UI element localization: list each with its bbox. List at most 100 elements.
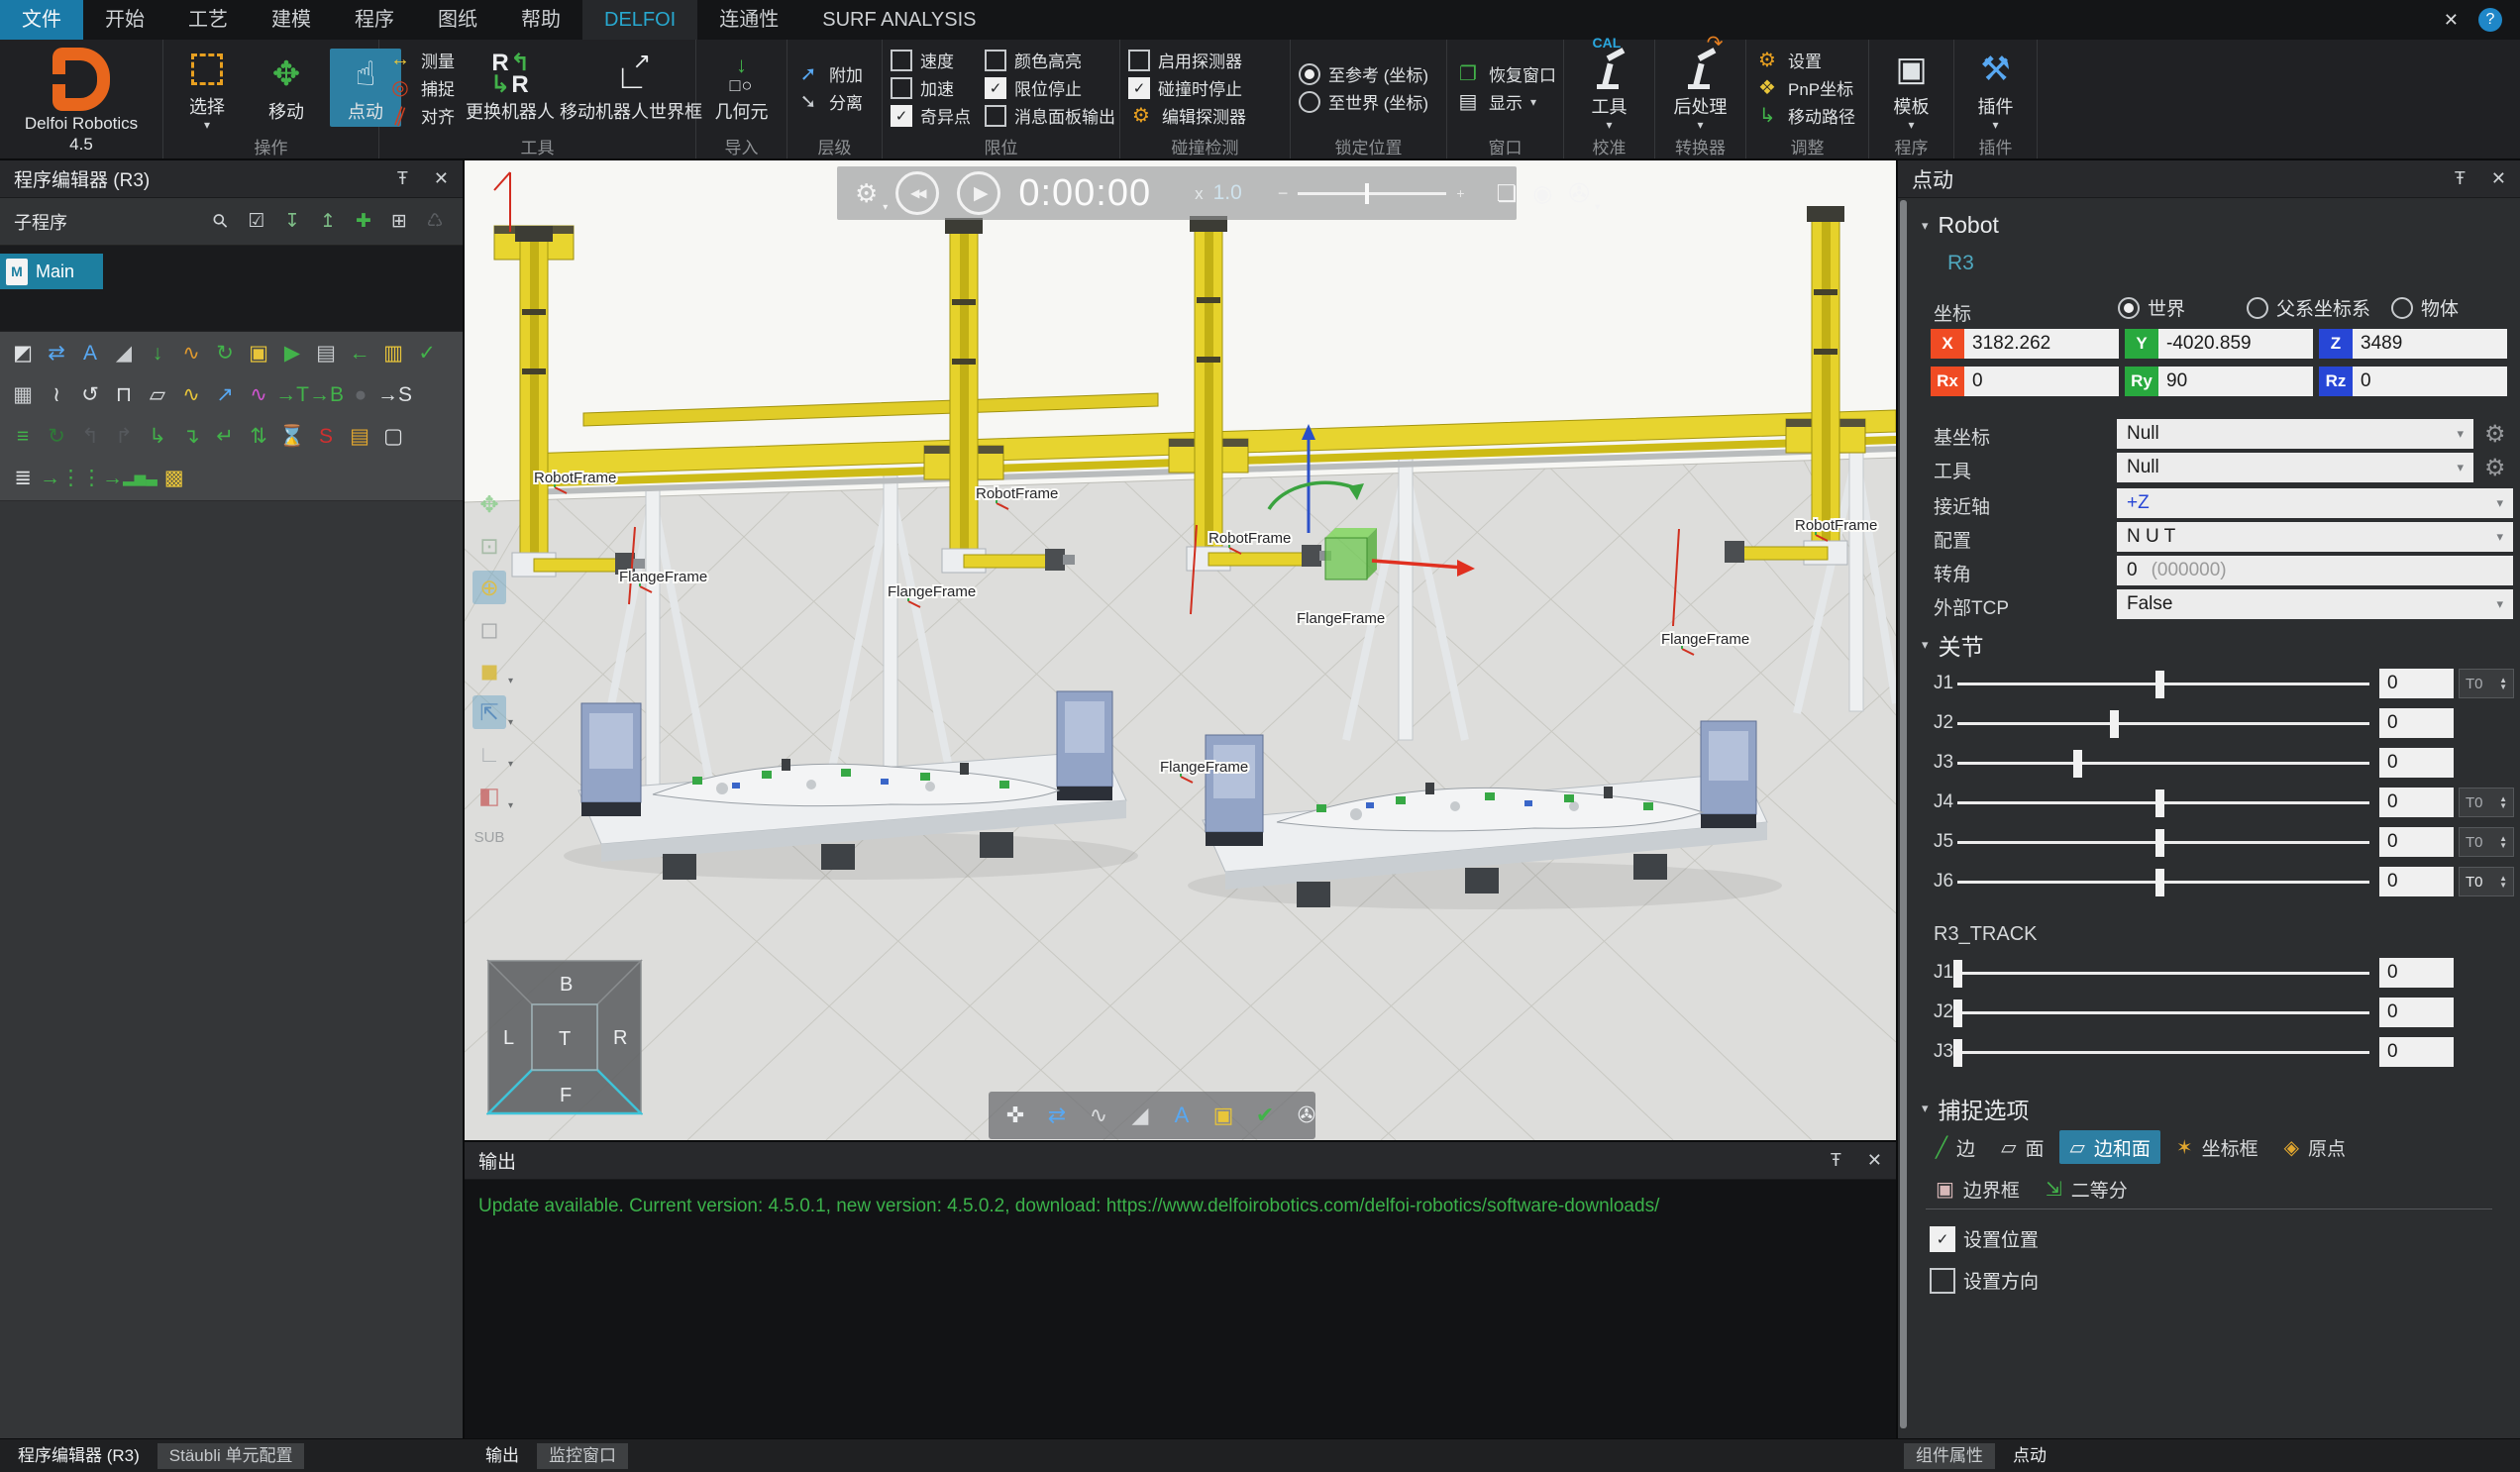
pulse-icon[interactable]: ⊓ [107, 377, 141, 411]
annotate-icon[interactable]: A [1165, 1099, 1199, 1132]
ramp-icon[interactable]: ◢ [1123, 1099, 1157, 1132]
base-frame-select[interactable]: Null▾ [2117, 419, 2473, 449]
speed-icon[interactable]: ← [343, 336, 376, 369]
print-icon[interactable]: ≣ [6, 461, 40, 494]
checkbox-singularity[interactable]: ✓奇异点 [891, 103, 971, 128]
j6-value[interactable]: 0 [2379, 867, 2454, 896]
pin-icon[interactable]: Ŧ [2455, 168, 2466, 189]
rz-field[interactable]: Rz0 [2319, 367, 2507, 396]
track-j1-slider-thumb[interactable] [1953, 960, 1962, 988]
y-field[interactable]: Y-4020.859 [2125, 329, 2313, 359]
j5-turn-spinner[interactable]: T0▲▼ [2459, 827, 2514, 857]
tab-process[interactable]: 工艺 [166, 0, 250, 40]
j5-value[interactable]: 0 [2379, 827, 2454, 857]
help-icon[interactable]: ? [2478, 8, 2502, 32]
j1-slider[interactable] [1957, 683, 2369, 685]
tab-staubli-cell-config[interactable]: Stäubli 单元配置 [158, 1443, 305, 1469]
radio-to-reference[interactable]: 至参考 (坐标) [1299, 61, 1428, 86]
ry-field[interactable]: Ry90 [2125, 367, 2313, 396]
validate-icon[interactable]: ☑ [243, 210, 270, 233]
spinner-arrows-icon[interactable]: ▲▼ [2499, 795, 2507, 809]
grid-icon[interactable]: ▦ [6, 377, 40, 411]
check-turn-icon[interactable]: ✓ [410, 336, 444, 369]
checkbox-enable-detectors[interactable]: ✓启用探测器 [1128, 48, 1246, 72]
base-frame-gear-icon[interactable]: ⚙ [2484, 420, 2506, 449]
tab-program[interactable]: 程序 [333, 0, 416, 40]
close-icon[interactable]: ✕ [434, 168, 449, 189]
folder-icon[interactable]: ▱ [141, 377, 174, 411]
speed-plus-button[interactable]: + [1456, 185, 1464, 201]
track-j2-slider-thumb[interactable] [1953, 999, 1962, 1027]
external-tcp-select[interactable]: False▾ [2117, 589, 2513, 619]
branch-icon[interactable]: ↳ [141, 419, 174, 453]
import-subprogram-icon[interactable]: ↧ [278, 210, 306, 233]
jog-mode-icon[interactable]: ✜ [998, 1099, 1032, 1132]
move-robot-world-frame-button[interactable]: ∟↗ 移动机器人世界框 [566, 49, 696, 127]
settings-button[interactable]: ⚙设置 [1754, 48, 1855, 72]
turn-angle-field[interactable]: 0(000000) [2117, 556, 2513, 585]
snap-bisect-button[interactable]: ⇲二等分 [2036, 1172, 2138, 1206]
x-field[interactable]: X3182.262 [1931, 329, 2119, 359]
export-pdf-button[interactable]: ❏ [1497, 180, 1518, 207]
rewind-button[interactable]: ◀◀ [895, 171, 939, 215]
tab-modeling[interactable]: 建模 [250, 0, 333, 40]
playback-settings-button[interactable]: ⚙▾ [855, 178, 878, 209]
component-icon[interactable]: ▩ [158, 461, 191, 494]
record-icon[interactable]: ● [344, 377, 377, 411]
snap-edge-button[interactable]: ╱边 [1926, 1130, 1985, 1164]
pin-icon[interactable]: Ŧ [1831, 1150, 1841, 1171]
detach-button[interactable]: ➘分离 [795, 89, 863, 114]
snap-frame-button[interactable]: ✶坐标框 [2166, 1130, 2268, 1164]
j2-value[interactable]: 0 [2379, 708, 2454, 738]
3d-viewport[interactable]: RobotFrame RobotFrame RobotFrame RobotFr… [465, 160, 1896, 1140]
path-points-icon[interactable]: ∿ [1082, 1099, 1115, 1132]
j4-slider[interactable] [1957, 801, 2369, 804]
duplicate-icon[interactable]: ⊞ [385, 210, 413, 233]
j1-slider-thumb[interactable] [2155, 671, 2164, 698]
spinner-arrows-icon[interactable]: ▲▼ [2499, 835, 2507, 849]
swap-robot-button[interactable]: R↰ ↳R 更换机器人 [463, 49, 558, 127]
align-button[interactable]: ∥对齐 [387, 103, 455, 128]
j4-value[interactable]: 0 [2379, 788, 2454, 817]
cal-tool-button[interactable]: CAL 工具▾ [1574, 44, 1645, 133]
ramp-icon[interactable]: ◢ [107, 336, 141, 369]
loop-icon[interactable]: ↻ [40, 419, 73, 453]
pnp-coordinates-button[interactable]: ❖PnP坐标 [1754, 75, 1855, 100]
circular-move-icon[interactable]: ↻ [208, 336, 242, 369]
radio-to-world[interactable]: 至世界 (坐标) [1299, 89, 1428, 114]
pin-icon[interactable]: Ŧ [397, 168, 408, 189]
checkbox-accelerate[interactable]: ✓加速 [891, 75, 971, 100]
frames-view-icon[interactable]: ⇱▾ [472, 695, 506, 729]
3d-scene[interactable]: RobotFrame RobotFrame RobotFrame RobotFr… [465, 160, 1896, 1140]
status-ok-icon[interactable]: ✔ [1248, 1099, 1282, 1132]
speed-slider[interactable]: − + [1278, 183, 1465, 204]
sub-level-icon[interactable]: SUB [472, 820, 506, 854]
conveyor-icon[interactable]: ▥ [376, 336, 410, 369]
j6-slider-thumb[interactable] [2155, 869, 2164, 896]
radio-world[interactable]: 世界 [2118, 295, 2185, 320]
swap-mode-icon[interactable]: ⇄ [1040, 1099, 1074, 1132]
template-button[interactable]: ▣ 模板▾ [1876, 44, 1947, 133]
j1-value[interactable]: 0 [2379, 669, 2454, 698]
tab-jog[interactable]: 点动 [2001, 1443, 2058, 1469]
add-point-icon[interactable]: ↓ [141, 336, 174, 369]
j5-slider[interactable] [1957, 841, 2369, 844]
path-magenta-icon[interactable]: ∿ [242, 377, 275, 411]
track-j2-value[interactable]: 0 [2379, 998, 2454, 1027]
tab-file[interactable]: 文件 [0, 0, 83, 40]
display-button[interactable]: ▤显示▾ [1455, 89, 1556, 114]
tab-delfoi[interactable]: DELFOI [582, 0, 697, 40]
center-view-icon[interactable]: ⊕ [472, 571, 506, 604]
geometry-button[interactable]: ↓□○ 几何元 [706, 49, 778, 127]
signal-out-icon[interactable]: →⋮ [40, 461, 81, 494]
joints-section-header[interactable]: ▾ 关节 [1922, 628, 1984, 662]
subprogram-tree[interactable]: M Main [0, 246, 463, 331]
edit-path-icon[interactable]: ∿ [174, 336, 208, 369]
j5-slider-thumb[interactable] [2155, 829, 2164, 857]
tab-help[interactable]: 帮助 [499, 0, 582, 40]
jump-back-icon[interactable]: ↰ [73, 419, 107, 453]
tab-surf-analysis[interactable]: SURF ANALYSIS [800, 0, 998, 40]
export-subprogram-icon[interactable]: ↥ [314, 210, 342, 233]
checkbox-speed[interactable]: ✓速度 [891, 48, 971, 72]
frame-icon[interactable]: ▣ [242, 336, 275, 369]
